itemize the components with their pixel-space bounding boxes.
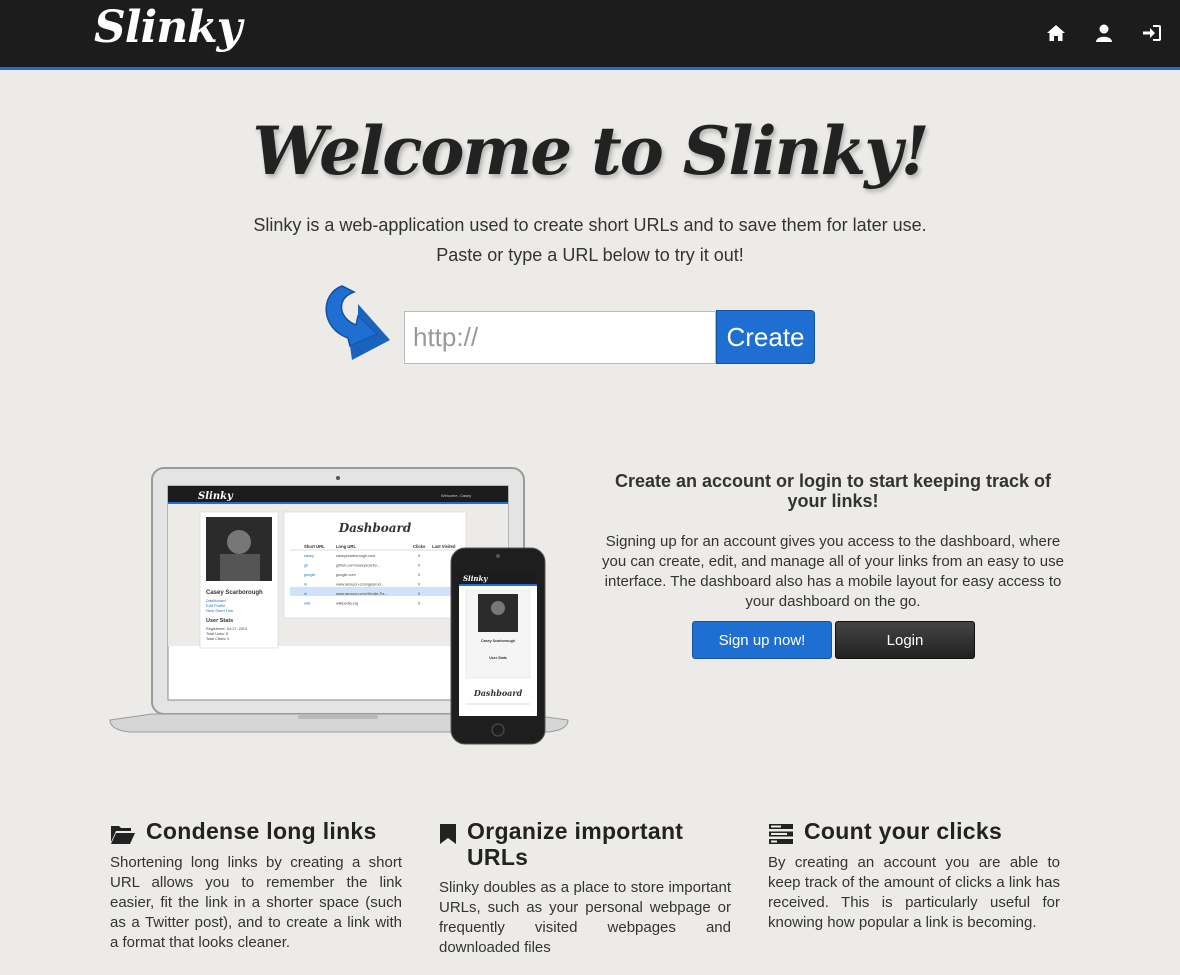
mockup-row-6-short: wiki bbox=[304, 602, 310, 606]
mockup-phone-brand: Slinky bbox=[463, 574, 488, 583]
feature-count: Count your clicks By creating an account… bbox=[768, 818, 1060, 933]
feature-text-count: By creating an account you are able to k… bbox=[768, 854, 1060, 931]
tasks-icon bbox=[769, 824, 793, 844]
folder-open-icon bbox=[111, 826, 135, 844]
mockup-stat-2: Total Links: 6 bbox=[206, 632, 228, 636]
feature-title-organize: Organize important URLs bbox=[467, 818, 684, 870]
hero-subtitle-1: Slinky is a web-application used to crea… bbox=[253, 215, 927, 235]
user-icon[interactable] bbox=[1094, 22, 1114, 44]
mockup-row-1-short: casey bbox=[304, 554, 314, 558]
mockup-user-link-3: New Short Link bbox=[206, 608, 233, 613]
feature-text-condense: Shortening long links by creating a shor… bbox=[110, 854, 402, 951]
mockup-row-3-long: google.com bbox=[336, 573, 356, 577]
bookmark-icon bbox=[440, 824, 456, 844]
create-button[interactable]: Create bbox=[716, 310, 815, 364]
mockup-row-6-long: wikipedia.org bbox=[336, 602, 358, 606]
feature-organize: Organize important URLs Slinky doubles a… bbox=[439, 818, 731, 958]
mockup-row-5-short: rk bbox=[304, 592, 307, 596]
mockup-col-clicks: Clicks bbox=[413, 544, 426, 549]
feature-title-count: Count your clicks bbox=[804, 818, 1003, 844]
feature-condense: Condense long links Shortening long link… bbox=[110, 818, 402, 953]
mockup-stat-1: Registered: Jul 27, 2013 bbox=[206, 627, 247, 631]
mockup-row-4-clicks: 0 bbox=[418, 583, 420, 587]
nav-icons bbox=[1046, 22, 1162, 44]
hero-subtitle-2: Paste or type a URL below to try it out! bbox=[436, 245, 744, 265]
mockup-phone-user-name: Casey Scarborough bbox=[481, 639, 515, 643]
mockup-row-2-clicks: 0 bbox=[418, 564, 420, 568]
mockup-phone-stats-title: User Stats bbox=[489, 656, 507, 660]
brand-logo[interactable]: Slinky bbox=[94, 2, 242, 53]
curved-arrow-icon bbox=[325, 285, 390, 360]
mockup-col-last-visited: Last Visited bbox=[432, 544, 456, 549]
mockup-row-2-long: github.com/caseyscarbo... bbox=[336, 564, 380, 568]
mockup-row-5-clicks: 0 bbox=[418, 592, 420, 596]
url-input[interactable] bbox=[404, 311, 716, 364]
sign-in-icon[interactable] bbox=[1142, 22, 1162, 44]
login-button[interactable]: Login bbox=[835, 621, 975, 659]
mockup-col-long-url: Long URL bbox=[336, 544, 356, 549]
mockup-dashboard-title: Dashboard bbox=[338, 521, 412, 535]
promo-text: Signing up for an account gives you acce… bbox=[602, 533, 1064, 610]
mockup-stat-3: Total Clicks: 0 bbox=[206, 637, 229, 641]
mockup-stats-title: User Stats bbox=[206, 618, 233, 624]
mockup-col-short-url: Short URL bbox=[304, 544, 325, 549]
promo-title: Create an account or login to start keep… bbox=[614, 471, 1052, 511]
signup-button[interactable]: Sign up now! bbox=[692, 621, 832, 659]
mockup-row-6-clicks: 0 bbox=[418, 602, 420, 606]
devices-mockup-image: Slinky Welcome, Casey Casey Scarborough … bbox=[109, 467, 569, 745]
mockup-row-2-short: gh bbox=[304, 564, 308, 568]
mockup-brand: Slinky bbox=[198, 491, 234, 502]
feature-title-condense: Condense long links bbox=[146, 818, 377, 844]
top-navbar: Slinky bbox=[0, 0, 1180, 70]
mockup-row-1-clicks: 0 bbox=[418, 554, 420, 558]
mockup-row-3-clicks: 0 bbox=[418, 573, 420, 577]
home-icon[interactable] bbox=[1046, 22, 1066, 44]
mockup-row-4-long: www.amazon.com/gp/prod... bbox=[336, 583, 384, 587]
mockup-phone-dashboard-title: Dashboard bbox=[473, 688, 523, 698]
mockup-row-3-short: google bbox=[304, 573, 315, 577]
mockup-user-name: Casey Scarborough bbox=[206, 590, 263, 596]
feature-text-organize: Slinky doubles as a place to store impor… bbox=[439, 879, 731, 956]
mockup-row-5-long: www.amazon.com/Kindle-Pa... bbox=[336, 592, 388, 596]
mockup-row-4-short: rk bbox=[304, 583, 307, 587]
mockup-row-1-long: caseyscarborough.com bbox=[336, 554, 375, 558]
mockup-welcome: Welcome, Casey bbox=[441, 493, 471, 498]
hero-title: Welcome to Slinky! bbox=[252, 112, 929, 190]
